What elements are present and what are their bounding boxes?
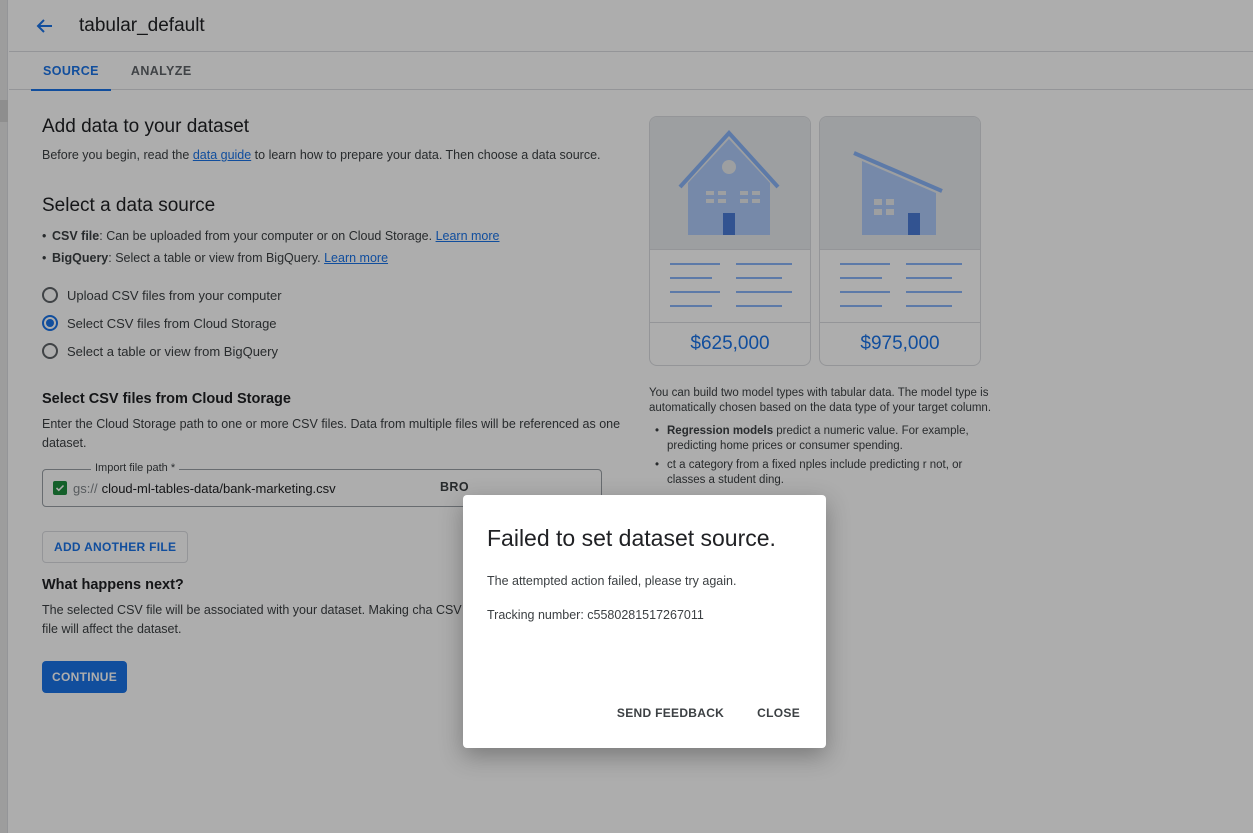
error-dialog: Failed to set dataset source. The attemp…	[463, 495, 826, 748]
dialog-title: Failed to set dataset source.	[487, 525, 776, 551]
close-button[interactable]: CLOSE	[757, 706, 800, 720]
dialog-actions: SEND FEEDBACK CLOSE	[617, 706, 800, 720]
tracking-number: Tracking number: c5580281517267011	[487, 608, 704, 622]
send-feedback-button[interactable]: SEND FEEDBACK	[617, 706, 724, 720]
dialog-message: The attempted action failed, please try …	[487, 574, 737, 588]
